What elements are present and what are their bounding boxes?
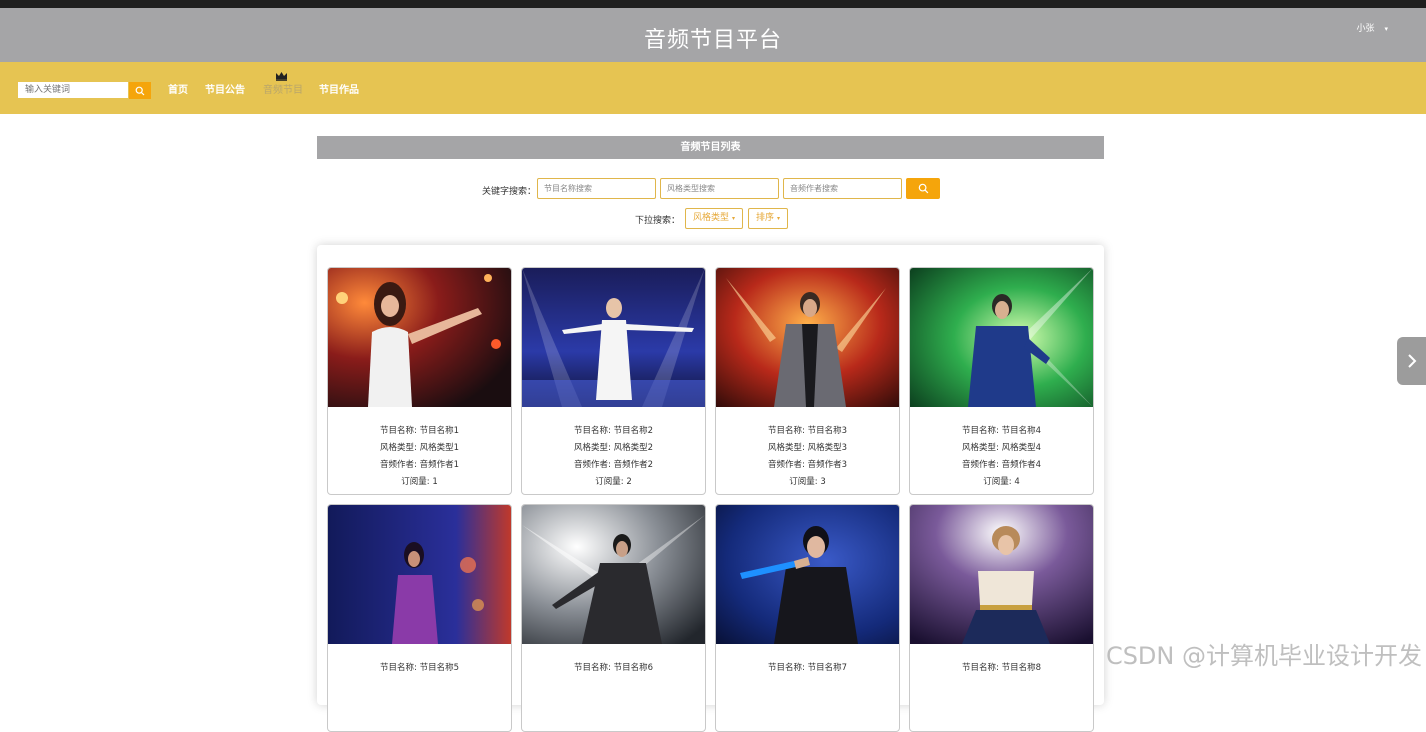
program-photo: [522, 268, 705, 407]
program-style: 风格类型: 风格类型4: [962, 443, 1041, 453]
program-subscriptions: 订阅量: 4: [983, 477, 1020, 487]
program-photo: [716, 268, 899, 407]
program-name: 节目名称: 节目名称1: [380, 426, 459, 436]
program-name: 节目名称: 节目名称6: [574, 663, 653, 673]
program-card[interactable]: 节目名称: 节目名称3 风格类型: 风格类型3 音频作者: 音频作者3 订阅量:…: [715, 267, 900, 495]
audio-author-search-input[interactable]: [783, 178, 902, 199]
csdn-watermark: CSDN @计算机毕业设计开发: [1105, 642, 1422, 670]
program-list-panel: 节目名称: 节目名称1 风格类型: 风格类型1 音频作者: 音频作者1 订阅量:…: [317, 245, 1104, 732]
program-author: 音频作者: 音频作者2: [574, 460, 653, 470]
program-info: 节目名称: 节目名称3 风格类型: 风格类型3 音频作者: 音频作者3 订阅量:…: [716, 423, 899, 491]
navbar-search-button[interactable]: [129, 82, 151, 99]
site-header: 音频节目平台 小张 ▾: [0, 8, 1426, 62]
user-caret-icon: ▾: [1384, 25, 1388, 33]
section-banner-title: 音频节目列表: [317, 136, 1104, 159]
keyword-search-label: 关键字搜索：: [482, 187, 537, 197]
program-name: 节目名称: 节目名称5: [380, 663, 459, 673]
program-photo: [328, 268, 511, 407]
nav-item-home[interactable]: 首页: [168, 81, 188, 96]
search-icon: [135, 86, 145, 95]
chevron-down-icon: ▾: [777, 215, 781, 222]
program-card[interactable]: 节目名称: 节目名称1 风格类型: 风格类型1 音频作者: 音频作者1 订阅量:…: [327, 267, 512, 495]
style-type-dropdown-label: 风格类型: [693, 213, 730, 223]
program-name: 节目名称: 节目名称4: [962, 426, 1041, 436]
nav-item-audio-programs[interactable]: 音频节目: [263, 81, 303, 96]
nav-item-works[interactable]: 节目作品: [319, 81, 359, 96]
style-type-dropdown[interactable]: 风格类型 ▾: [685, 208, 744, 229]
site-title: 音频节目平台: [643, 28, 782, 53]
search-icon: [918, 183, 928, 194]
program-photo: [328, 505, 511, 644]
user-name: 小张: [1356, 24, 1375, 34]
sort-dropdown[interactable]: 排序 ▾: [748, 208, 789, 229]
next-page-button[interactable]: [1397, 337, 1426, 385]
program-info: 节目名称: 节目名称5: [328, 660, 511, 677]
keyword-search-input[interactable]: [18, 82, 128, 98]
program-info: 节目名称: 节目名称4 风格类型: 风格类型4 音频作者: 音频作者4 订阅量:…: [910, 423, 1093, 491]
program-info: 节目名称: 节目名称8: [910, 660, 1093, 677]
program-card[interactable]: 节目名称: 节目名称7: [715, 504, 900, 732]
program-author: 音频作者: 音频作者4: [962, 460, 1041, 470]
dropdown-search-label: 下拉搜索：: [635, 216, 681, 226]
program-card[interactable]: 节目名称: 节目名称2 风格类型: 风格类型2 音频作者: 音频作者2 订阅量:…: [521, 267, 706, 495]
program-card[interactable]: 节目名称: 节目名称8: [909, 504, 1094, 732]
style-type-search-input[interactable]: [660, 178, 779, 199]
program-info: 节目名称: 节目名称6: [522, 660, 705, 677]
nav-item-announcements[interactable]: 节目公告: [205, 81, 245, 96]
filter-search-button[interactable]: [906, 178, 940, 199]
program-name: 节目名称: 节目名称7: [768, 663, 847, 673]
program-name-search-input[interactable]: [537, 178, 656, 199]
program-card[interactable]: 节目名称: 节目名称6: [521, 504, 706, 732]
program-style: 风格类型: 风格类型2: [574, 443, 653, 453]
program-card[interactable]: 节目名称: 节目名称4 风格类型: 风格类型4 音频作者: 音频作者4 订阅量:…: [909, 267, 1094, 495]
program-photo: [716, 505, 899, 644]
program-style: 风格类型: 风格类型3: [768, 443, 847, 453]
program-info: 节目名称: 节目名称1 风格类型: 风格类型1 音频作者: 音频作者1 订阅量:…: [328, 423, 511, 491]
program-author: 音频作者: 音频作者3: [768, 460, 847, 470]
main-navbar: 首页 节目公告 音频节目 节目作品: [0, 62, 1426, 114]
chevron-down-icon: ▾: [732, 215, 736, 222]
program-photo: [910, 268, 1093, 407]
program-info: 节目名称: 节目名称7: [716, 660, 899, 677]
program-subscriptions: 订阅量: 2: [595, 477, 632, 487]
program-name: 节目名称: 节目名称8: [962, 663, 1041, 673]
program-subscriptions: 订阅量: 3: [789, 477, 826, 487]
program-subscriptions: 订阅量: 1: [401, 477, 438, 487]
program-photo: [522, 505, 705, 644]
chevron-right-icon: [1407, 354, 1416, 368]
program-author: 音频作者: 音频作者1: [380, 460, 459, 470]
program-info: 节目名称: 节目名称2 风格类型: 风格类型2 音频作者: 音频作者2 订阅量:…: [522, 423, 705, 491]
program-card[interactable]: 节目名称: 节目名称5: [327, 504, 512, 732]
program-style: 风格类型: 风格类型1: [380, 443, 459, 453]
program-name: 节目名称: 节目名称3: [768, 426, 847, 436]
program-photo: [910, 505, 1093, 644]
user-menu[interactable]: 小张 ▾: [1356, 21, 1388, 34]
sort-dropdown-label: 排序: [756, 213, 775, 223]
program-name: 节目名称: 节目名称2: [574, 426, 653, 436]
window-top-strip: [0, 0, 1426, 8]
crown-icon: [276, 72, 287, 81]
